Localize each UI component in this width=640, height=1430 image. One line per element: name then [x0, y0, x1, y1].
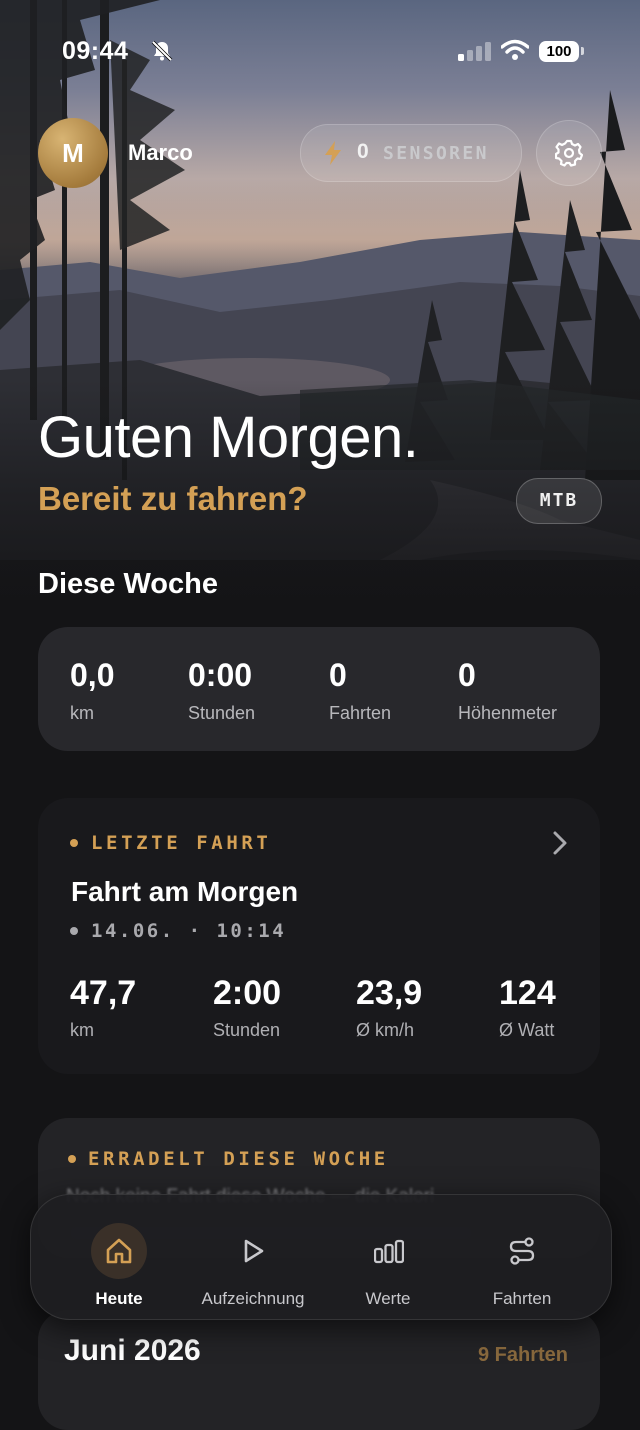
sensors-button[interactable]: 0 SENSOREN: [300, 124, 522, 182]
tab-heute[interactable]: Heute: [49, 1223, 189, 1313]
last-ride-kicker: LETZTE FAHRT: [91, 832, 272, 854]
kicker-dot: [70, 839, 78, 847]
last-ride-title: Fahrt am Morgen: [71, 876, 299, 907]
tab-icon-wrapper: [91, 1223, 147, 1279]
tab-icon-wrapper: [225, 1223, 281, 1279]
stat-label: Stunden: [188, 703, 256, 723]
stat-value: 47,7: [70, 974, 137, 1012]
stat-label: Stunden: [213, 1020, 281, 1040]
sensor-count: 0: [357, 140, 369, 163]
silent-bell-icon: [151, 40, 173, 62]
tab-label: Fahrten: [492, 1289, 552, 1308]
week-section-title: Diese Woche: [38, 568, 218, 600]
week-stat-duration: 0:00 Stunden: [188, 657, 255, 724]
tab-icon-wrapper: [360, 1223, 416, 1279]
route-icon: [509, 1237, 535, 1265]
ride-stat-distance: 47,7 km: [70, 974, 136, 1041]
tab-label: Aufzeichnung: [201, 1289, 305, 1308]
week-stat-rides: 0 Fahrten: [329, 657, 391, 724]
greeting-subtitle: Bereit zu fahren?: [38, 480, 308, 517]
week-stat-elevation: 0 Höhenmeter: [458, 657, 557, 724]
month-card[interactable]: [38, 1310, 600, 1430]
stat-label: Ø km/h: [356, 1020, 415, 1040]
tab-label: Werte: [365, 1289, 411, 1308]
chevron-right-icon[interactable]: [550, 830, 570, 856]
battery-indicator: 100: [539, 41, 579, 62]
tab-fahrten[interactable]: Fahrten: [452, 1223, 592, 1313]
week-stats-card: 0,0 km 0:00 Stunden 0 Fahrten 0 Höhenmet…: [38, 627, 600, 751]
settings-button[interactable]: [536, 120, 602, 186]
bike-type-badge[interactable]: MTB: [516, 478, 602, 524]
play-icon: [244, 1239, 264, 1263]
stat-value: 23,9: [356, 974, 423, 1012]
month-ride-count: 9 Fahrten: [478, 1344, 569, 1366]
tab-icon-wrapper: [494, 1223, 550, 1279]
sensor-label: SENSOREN: [383, 143, 489, 164]
avatar[interactable]: M: [38, 118, 108, 188]
ride-stat-avg-speed: 23,9 Ø km/h: [356, 974, 422, 1041]
hero-landscape-image: [0, 0, 640, 640]
bottom-tab-bar: Heute Aufzeichnung Werte Fahrten: [30, 1194, 612, 1320]
tab-label: Heute: [95, 1289, 143, 1308]
last-ride-datetime: 14.06. · 10:14: [91, 920, 287, 942]
stat-label: Ø Watt: [499, 1020, 555, 1040]
ride-stat-duration: 2:00 Stunden: [213, 974, 281, 1041]
stat-value: 0: [329, 657, 347, 693]
wifi-icon: [501, 39, 529, 60]
tab-werte[interactable]: Werte: [318, 1223, 458, 1313]
stat-value: 0:00: [188, 657, 253, 693]
kicker-dot: [68, 1155, 76, 1163]
greeting-title: Guten Morgen.: [38, 405, 419, 470]
week-stat-distance: 0,0 km: [70, 657, 114, 724]
stat-label: Fahrten: [329, 703, 392, 723]
home-icon: [106, 1238, 132, 1264]
gear-icon: [555, 139, 583, 167]
battery-tip: [581, 47, 584, 55]
stat-value: 2:00: [213, 974, 282, 1012]
stat-value: 124: [499, 974, 556, 1012]
status-bar: 09:44 100: [0, 30, 640, 74]
stat-label: km: [70, 1020, 94, 1040]
cellular-signal-icon: [458, 42, 491, 61]
lightning-icon: [325, 141, 341, 165]
user-name: Marco: [128, 140, 193, 165]
meta-dot: [70, 927, 78, 935]
month-title: Juni 2026: [64, 1334, 201, 1367]
stat-value: 0: [458, 657, 476, 693]
status-time: 09:44: [62, 37, 129, 65]
tab-aufzeichnung[interactable]: Aufzeichnung: [183, 1223, 323, 1313]
earned-kicker: ERRADELT DIESE WOCHE: [88, 1148, 389, 1170]
stat-label: Höhenmeter: [458, 703, 558, 723]
stat-label: km: [70, 703, 94, 723]
bars-icon: [374, 1239, 404, 1264]
stat-value: 0,0: [70, 657, 115, 693]
ride-stat-avg-power: 124 Ø Watt: [499, 974, 556, 1041]
